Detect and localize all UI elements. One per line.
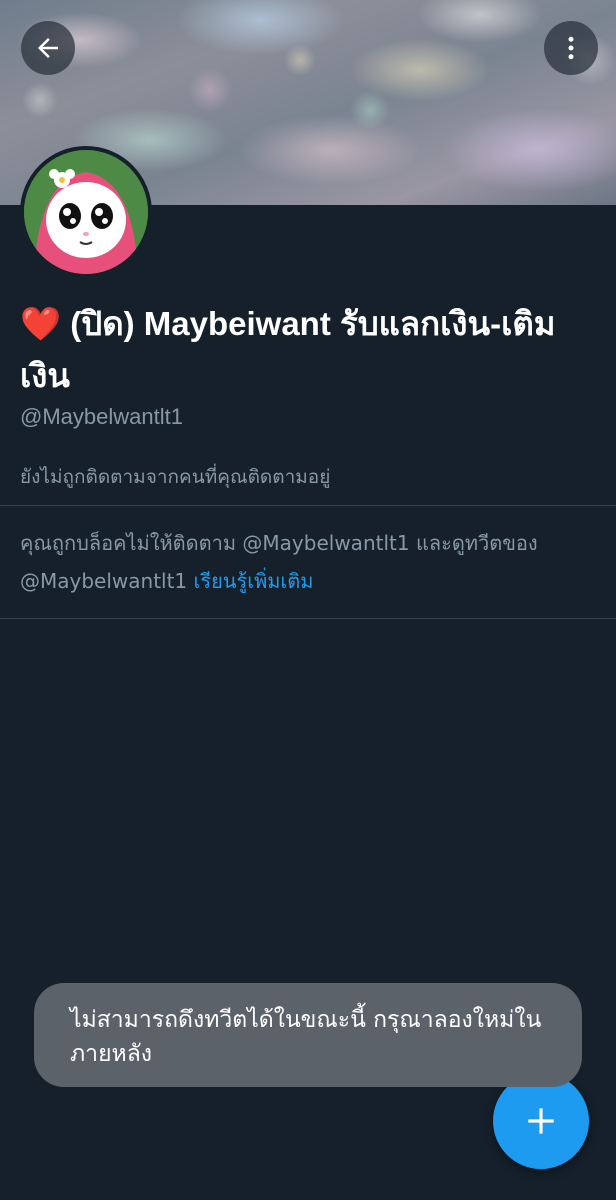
more-options-button[interactable] — [544, 21, 598, 75]
divider — [0, 505, 616, 506]
error-toast: ไม่สามารถดึงทวีตได้ในขณะนี้ กรุณาลองใหม่… — [34, 983, 582, 1087]
avatar-image — [24, 150, 148, 274]
avatar[interactable] — [20, 146, 152, 278]
plus-icon — [528, 1108, 554, 1134]
divider — [0, 618, 616, 619]
compose-tweet-button[interactable] — [493, 1073, 589, 1169]
arrow-left-icon — [38, 38, 58, 58]
profile-handle: @Maybelwantlt1 — [20, 404, 183, 429]
follow-status-note: ยังไม่ถูกติดตามจากคนที่คุณติดตามอยู่ — [20, 466, 331, 488]
blocked-message: คุณถูกบล็อคไม่ให้ติดตาม @Maybelwantlt1 แ… — [20, 524, 580, 600]
back-button[interactable] — [21, 21, 75, 75]
profile-screen: ❤️ (ปิด) Maybeiwant รับแลกเงิน-เติมเงิน … — [0, 0, 616, 1200]
profile-display-name: ❤️ (ปิด) Maybeiwant รับแลกเงิน-เติมเงิน — [20, 305, 556, 394]
learn-more-link[interactable]: เรียนรู้เพิ่มเติม — [194, 569, 314, 593]
more-vertical-icon — [568, 36, 574, 60]
toast-message: ไม่สามารถดึงทวีตได้ในขณะนี้ กรุณาลองใหม่… — [70, 1007, 542, 1067]
